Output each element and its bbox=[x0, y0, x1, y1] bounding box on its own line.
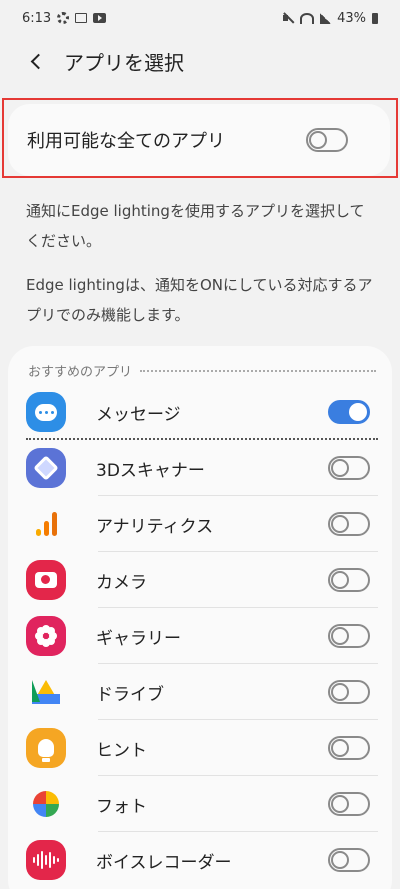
youtube-notification-icon bbox=[93, 13, 107, 23]
all-apps-row[interactable]: 利用可能な全てのアプリ bbox=[8, 104, 390, 176]
app-toggle-drive[interactable] bbox=[328, 680, 370, 704]
app-toggle-messages[interactable] bbox=[328, 400, 370, 424]
app-toggle-voice-recorder[interactable] bbox=[328, 848, 370, 872]
section-divider bbox=[140, 370, 376, 372]
app-name: 3Dスキャナー bbox=[96, 460, 205, 481]
chevron-left-icon bbox=[30, 53, 46, 69]
app-bar: アプリを選択 bbox=[0, 38, 400, 84]
gallery-icon bbox=[26, 616, 66, 656]
analytics-icon bbox=[26, 504, 66, 544]
app-toggle-3d-scanner[interactable] bbox=[328, 456, 370, 480]
messages-icon bbox=[26, 392, 66, 432]
app-toggle-analytics[interactable] bbox=[328, 512, 370, 536]
voice-recorder-icon bbox=[26, 840, 66, 880]
wifi-icon bbox=[300, 12, 315, 24]
all-apps-label: 利用可能な全てのアプリ bbox=[27, 131, 225, 152]
app-row-camera[interactable]: カメラ bbox=[8, 552, 392, 608]
app-row-3d-scanner[interactable]: 3Dスキャナー bbox=[8, 440, 392, 496]
app-name: ボイスレコーダー bbox=[96, 852, 232, 873]
camera-icon bbox=[26, 560, 66, 600]
all-apps-toggle[interactable] bbox=[306, 128, 348, 152]
app-row-analytics[interactable]: アナリティクス bbox=[8, 496, 392, 552]
3d-scanner-icon bbox=[26, 448, 66, 488]
app-toggle-gallery[interactable] bbox=[328, 624, 370, 648]
description-text: 通知にEdge lightingを使用するアプリを選択してください。 bbox=[26, 202, 365, 250]
app-row-gallery[interactable]: ギャラリー bbox=[8, 608, 392, 664]
app-row-messages[interactable]: メッセージ bbox=[8, 384, 392, 440]
status-right: 43% bbox=[282, 11, 378, 26]
page-title: アプリを選択 bbox=[64, 50, 184, 75]
signal-icon bbox=[320, 12, 332, 24]
app-row-photos[interactable]: フォト bbox=[8, 776, 392, 832]
app-row-tips[interactable]: ヒント bbox=[8, 720, 392, 776]
description-text: Edge lightingは、通知をONにしている対応するアプリでのみ機能します… bbox=[26, 276, 373, 324]
status-left: 6:13 bbox=[22, 10, 107, 26]
app-toggle-tips[interactable] bbox=[328, 736, 370, 760]
app-name: アナリティクス bbox=[96, 516, 214, 537]
photos-icon bbox=[26, 784, 66, 824]
app-toggle-camera[interactable] bbox=[328, 568, 370, 592]
app-name: ドライブ bbox=[96, 684, 164, 705]
app-name: ギャラリー bbox=[96, 628, 181, 649]
status-time: 6:13 bbox=[22, 10, 52, 26]
section-header: おすすめのアプリ bbox=[28, 360, 376, 380]
recommended-apps-card: おすすめのアプリ メッセージ 3Dスキャナー アナリティクス カメラ ギャラリー… bbox=[8, 346, 392, 889]
app-row-drive[interactable]: ドライブ bbox=[8, 664, 392, 720]
app-name: フォト bbox=[96, 796, 147, 817]
app-name: カメラ bbox=[96, 572, 147, 593]
status-bar: 6:13 43% bbox=[0, 0, 400, 36]
mute-icon bbox=[282, 12, 294, 24]
tips-icon bbox=[26, 728, 66, 768]
battery-percent: 43% bbox=[337, 10, 366, 26]
app-toggle-photos[interactable] bbox=[328, 792, 370, 816]
app-name: ヒント bbox=[96, 740, 147, 761]
app-row-voice-recorder[interactable]: ボイスレコーダー bbox=[8, 832, 392, 888]
back-button[interactable] bbox=[20, 45, 52, 77]
app-name: メッセージ bbox=[96, 404, 181, 425]
battery-icon bbox=[372, 12, 378, 24]
section-title: おすすめのアプリ bbox=[28, 364, 133, 380]
image-notification-icon bbox=[75, 13, 88, 23]
drive-icon bbox=[26, 672, 66, 712]
settings-notification-icon bbox=[57, 12, 70, 24]
